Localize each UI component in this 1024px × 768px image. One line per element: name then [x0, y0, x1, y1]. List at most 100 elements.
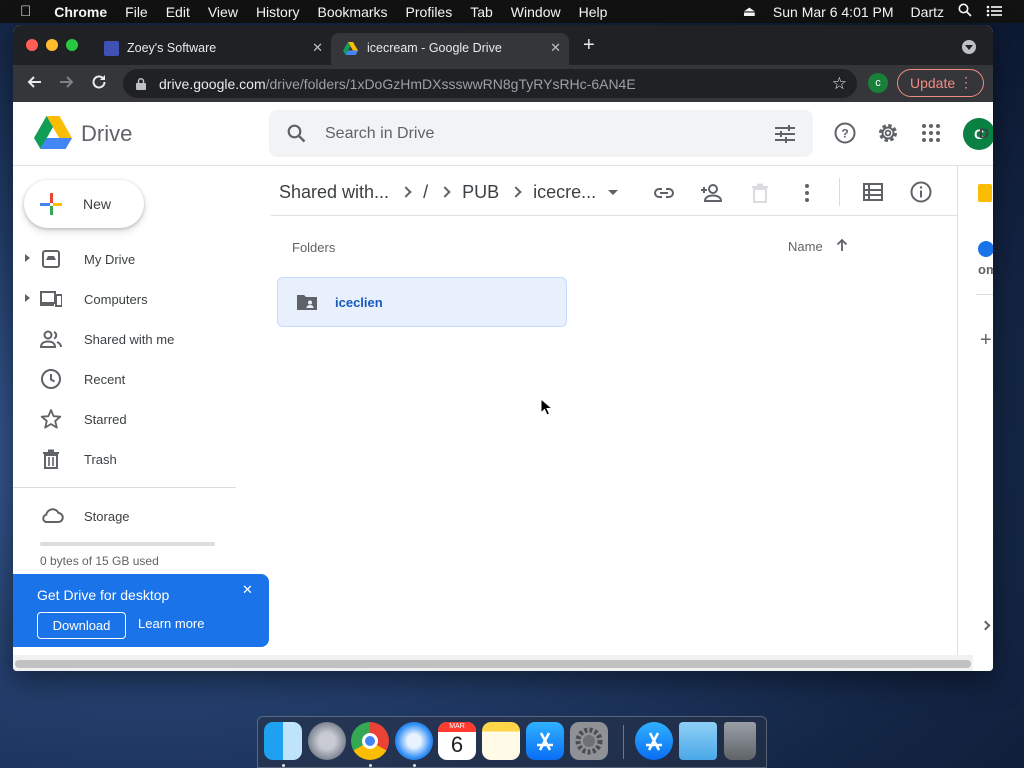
- trash-bin-icon[interactable]: [724, 722, 756, 760]
- menubar-user[interactable]: Dartz: [904, 4, 951, 20]
- menu-window[interactable]: Window: [502, 4, 570, 20]
- chrome-icon[interactable]: [351, 722, 389, 760]
- sort-by-name[interactable]: Name: [788, 239, 823, 254]
- macos-dock: MAR 6: [257, 716, 767, 768]
- app-store-download-icon[interactable]: [635, 722, 673, 760]
- apple-menu-icon[interactable]: : [0, 3, 40, 20]
- add-addon-icon[interactable]: +: [980, 330, 992, 350]
- bookmark-star-icon[interactable]: ☆: [832, 74, 847, 94]
- new-label: New: [83, 196, 112, 212]
- people-icon: [39, 328, 62, 350]
- get-link-icon[interactable]: [653, 182, 675, 209]
- menu-file[interactable]: File: [116, 4, 157, 20]
- notes-icon[interactable]: [482, 722, 520, 760]
- zoom-window-button[interactable]: [66, 39, 78, 51]
- sidebar-item-shared-with-me[interactable]: Shared with me: [13, 319, 253, 359]
- eject-icon[interactable]: ⏏: [736, 3, 763, 20]
- drive-favicon-icon: [343, 42, 358, 58]
- menu-view[interactable]: View: [199, 4, 247, 20]
- download-label: Download: [52, 618, 111, 633]
- menu-edit[interactable]: Edit: [157, 4, 199, 20]
- url-domain: drive.google.com: [159, 75, 266, 92]
- promo-close-icon[interactable]: ✕: [242, 582, 253, 598]
- launchpad-icon[interactable]: [308, 722, 346, 760]
- expand-arrow-icon[interactable]: [25, 254, 30, 262]
- menu-app-name[interactable]: Chrome: [40, 4, 116, 20]
- back-icon[interactable]: [26, 74, 42, 95]
- sidebar-item-trash[interactable]: Trash: [13, 439, 253, 479]
- help-icon[interactable]: ?: [834, 122, 856, 149]
- breadcrumb-shared[interactable]: Shared with...: [279, 182, 389, 203]
- tasks-icon[interactable]: [978, 241, 993, 257]
- info-icon[interactable]: [910, 181, 932, 208]
- menu-history[interactable]: History: [247, 4, 309, 20]
- mouse-cursor-icon: [540, 397, 554, 421]
- learn-more-link[interactable]: Learn more: [138, 616, 204, 631]
- list-view-icon[interactable]: [863, 183, 883, 206]
- menu-bookmarks[interactable]: Bookmarks: [309, 4, 397, 20]
- drive-logo-icon[interactable]: [34, 116, 72, 155]
- horizontal-scrollbar[interactable]: [13, 655, 973, 671]
- profile-avatar[interactable]: c: [868, 73, 888, 93]
- breadcrumb-pub[interactable]: PUB: [462, 182, 499, 203]
- apps-grid-icon[interactable]: [922, 124, 940, 147]
- download-button[interactable]: Download: [37, 612, 126, 639]
- settings-gear-icon[interactable]: [877, 122, 899, 149]
- sidebar-label: Computers: [84, 291, 148, 307]
- menu-tab[interactable]: Tab: [461, 4, 502, 20]
- sidebar-item-recent[interactable]: Recent: [13, 359, 253, 399]
- search-input[interactable]: Search in Drive: [269, 110, 813, 157]
- app-store-icon[interactable]: [526, 722, 564, 760]
- tab-close-icon[interactable]: ✕: [312, 40, 323, 56]
- reload-icon[interactable]: [91, 74, 107, 95]
- folders-section-header: Folders: [292, 240, 336, 255]
- cloud-icon: [40, 505, 64, 527]
- tab-search-icon[interactable]: [962, 40, 976, 54]
- more-actions-icon[interactable]: [803, 182, 811, 209]
- minimize-window-button[interactable]: [46, 39, 58, 51]
- breadcrumb-root[interactable]: /: [423, 182, 428, 203]
- breadcrumb-current[interactable]: icecre...: [533, 182, 596, 203]
- sidebar-item-starred[interactable]: Starred: [13, 399, 253, 439]
- menu-profiles[interactable]: Profiles: [397, 4, 462, 20]
- calendar-icon[interactable]: MAR 6: [438, 722, 476, 760]
- system-preferences-icon[interactable]: [570, 722, 608, 760]
- spotlight-icon[interactable]: [951, 3, 979, 20]
- more-vert-icon: ⋮: [959, 74, 973, 90]
- address-bar[interactable]: drive.google.com/drive/folders/1xDoGzHmD…: [123, 69, 857, 98]
- search-placeholder: Search in Drive: [325, 124, 435, 142]
- new-button[interactable]: New: [24, 180, 144, 228]
- control-center-icon[interactable]: [979, 4, 1024, 20]
- sort-arrow-up-icon[interactable]: [836, 238, 848, 257]
- search-icon[interactable]: [287, 124, 306, 148]
- folder-item[interactable]: iceclien: [277, 277, 567, 327]
- forward-icon[interactable]: [59, 74, 75, 95]
- dropdown-arrow-icon[interactable]: [608, 189, 619, 195]
- tab-zoeys-software[interactable]: Zoey's Software ✕: [91, 33, 331, 65]
- new-tab-icon[interactable]: +: [583, 35, 595, 55]
- sidebar-item-my-drive[interactable]: My Drive: [13, 239, 253, 279]
- delete-icon[interactable]: [750, 182, 770, 209]
- menu-help[interactable]: Help: [570, 4, 617, 20]
- tab-close-icon[interactable]: ✕: [550, 40, 561, 56]
- update-button[interactable]: Update ⋮: [897, 69, 984, 97]
- tab-google-drive[interactable]: icecream - Google Drive ✕: [331, 33, 569, 65]
- scrollbar-thumb[interactable]: [15, 660, 971, 668]
- expand-arrow-icon[interactable]: [25, 294, 30, 302]
- toolbar: drive.google.com/drive/folders/1xDoGzHmD…: [13, 65, 993, 102]
- drive-logo-text[interactable]: Drive: [81, 121, 132, 147]
- downloads-folder-icon[interactable]: [679, 722, 717, 760]
- menubar-datetime[interactable]: Sun Mar 6 4:01 PM: [763, 4, 904, 20]
- sidebar-item-computers[interactable]: Computers: [13, 279, 253, 319]
- share-person-add-icon[interactable]: [700, 182, 724, 209]
- safari-icon[interactable]: [395, 722, 433, 760]
- finder-icon[interactable]: [264, 722, 302, 760]
- keep-icon[interactable]: [978, 184, 992, 202]
- search-options-icon[interactable]: [775, 125, 795, 148]
- collapse-panel-chevron-icon[interactable]: [980, 620, 991, 631]
- close-window-button[interactable]: [26, 39, 38, 51]
- sidebar-item-storage[interactable]: Storage: [13, 496, 253, 536]
- chevron-right-icon: [400, 186, 412, 198]
- macos-menubar:  Chrome File Edit View History Bookmark…: [0, 0, 1024, 23]
- desktop-promo-banner: Get Drive for desktop ✕ Download Learn m…: [13, 574, 269, 647]
